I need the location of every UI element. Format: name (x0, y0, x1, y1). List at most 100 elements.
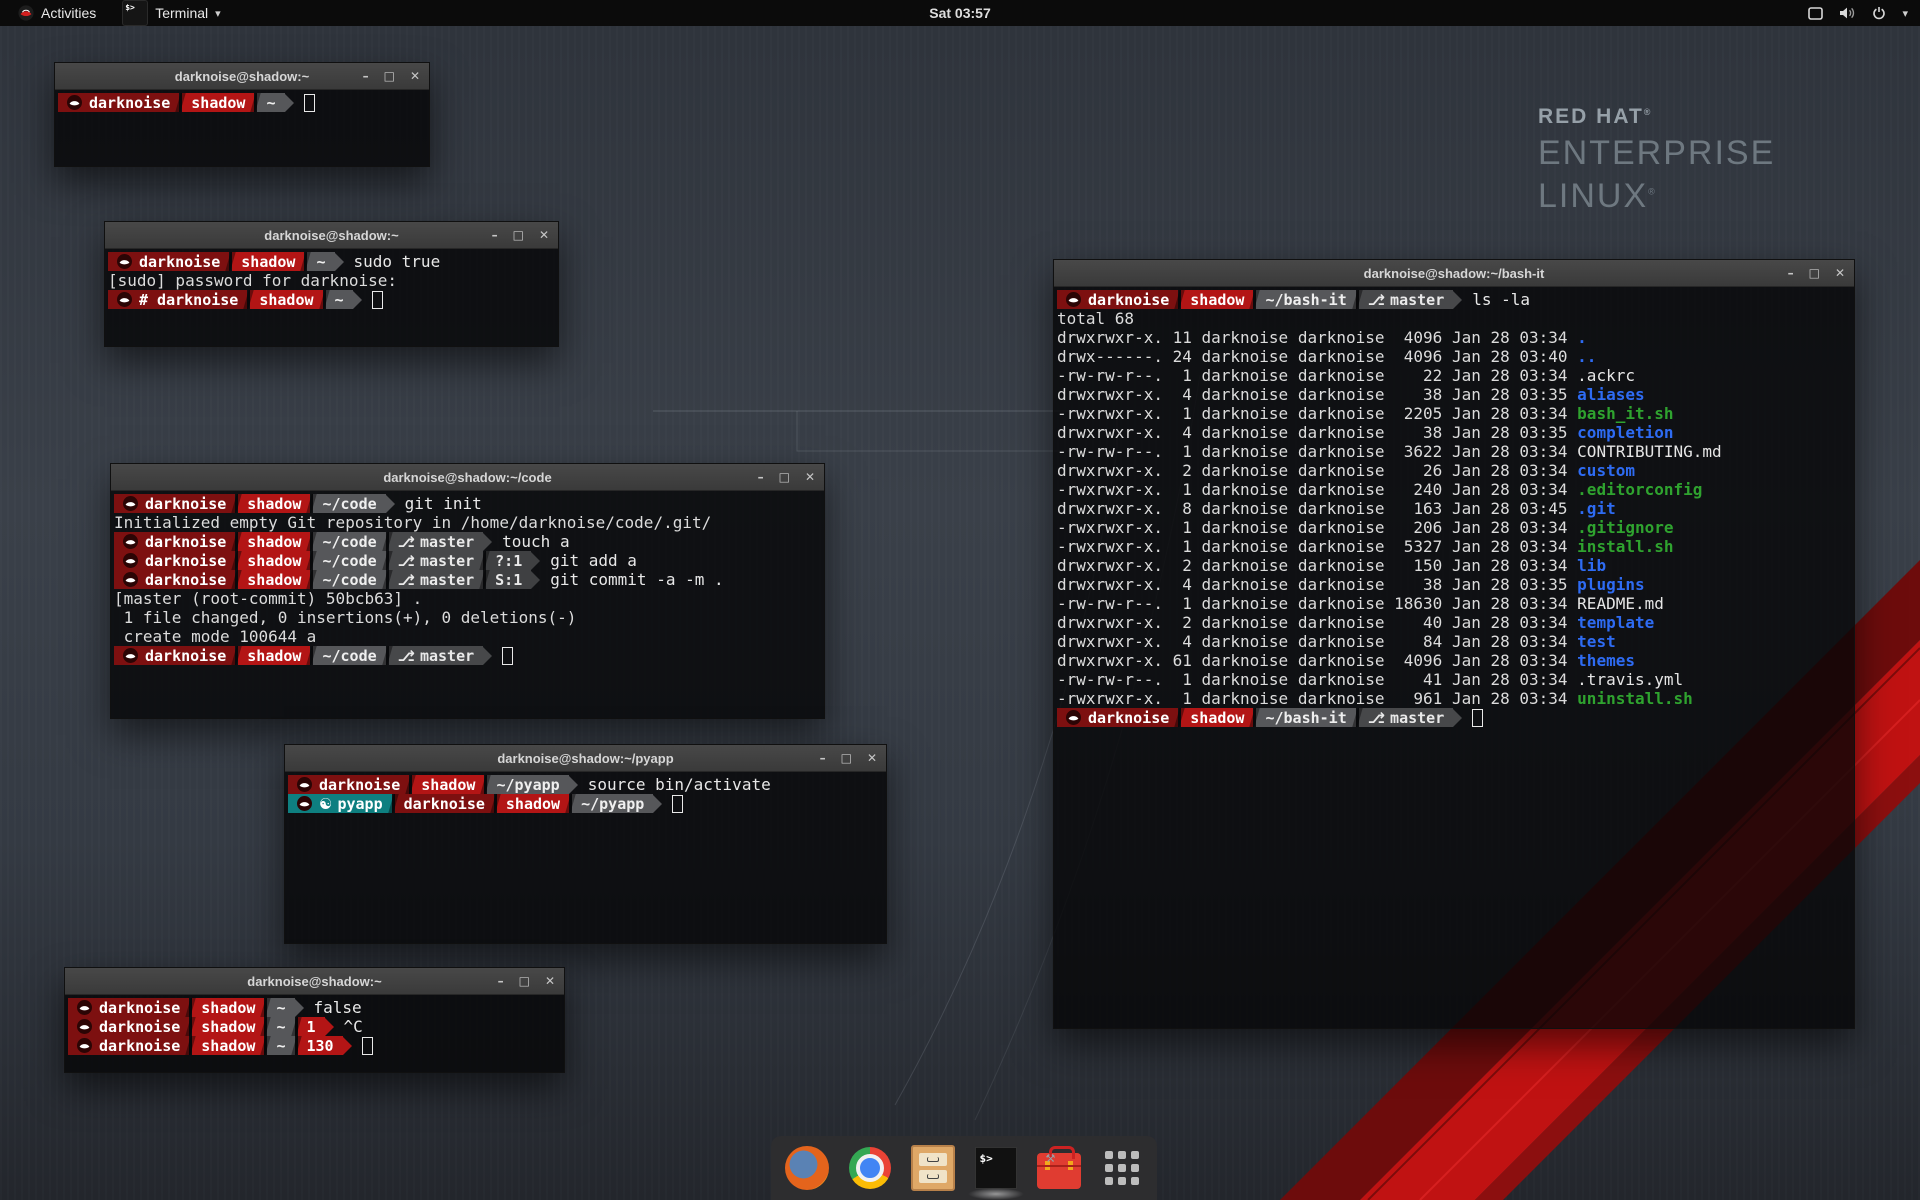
ls-permissions: -rwxrwxr-x. 1 darknoise darknoise 2205 J… (1057, 404, 1577, 423)
ls-filename: themes (1577, 651, 1635, 670)
redhat-icon (123, 648, 138, 663)
window-titlebar[interactable]: darknoise@shadow:~/code–□✕ (111, 464, 824, 491)
window-titlebar[interactable]: darknoise@shadow:~–□✕ (105, 222, 558, 249)
power-icon[interactable] (1872, 6, 1886, 20)
prompt-line: darknoiseshadow~/code⎇masterS:1git commi… (114, 570, 821, 589)
ls-permissions: -rwxrwxr-x. 1 darknoise darknoise 240 Ja… (1057, 480, 1577, 499)
ls-permissions: drwxrwxr-x. 4 darknoise darknoise 38 Jan… (1057, 385, 1577, 404)
output-text: 1 file changed, 0 insertions(+), 0 delet… (114, 608, 576, 627)
prompt-segment-user: darknoise (395, 794, 494, 813)
prompt-arrow (483, 647, 492, 665)
window-titlebar[interactable]: darknoise@shadow:~–□✕ (65, 968, 564, 995)
maximize-button[interactable]: □ (384, 70, 395, 82)
app-menu-terminal[interactable]: $> Terminal ▾ (114, 0, 228, 26)
close-button[interactable]: ✕ (805, 471, 815, 483)
command-text: ls -la (1472, 290, 1530, 309)
close-button[interactable]: ✕ (867, 752, 877, 764)
close-button[interactable]: ✕ (410, 70, 420, 82)
prompt-segment-gitstat: S:1 (486, 570, 531, 589)
maximize-button[interactable]: □ (513, 229, 524, 241)
ls-permissions: -rw-rw-r--. 1 darknoise darknoise 22 Jan… (1057, 366, 1577, 385)
prompt-segment-user: darknoise (1057, 708, 1178, 727)
terminal-window: darknoise@shadow:~/bash-it–□✕darknoisesh… (1053, 259, 1855, 1029)
dock-item-files[interactable] (910, 1145, 956, 1191)
minimize-button[interactable]: – (820, 752, 826, 764)
branding-line2: ENTERPRISE (1538, 136, 1775, 170)
maximize-button[interactable]: □ (1809, 267, 1820, 279)
running-indicator-glow (968, 1188, 1024, 1200)
prompt-line: darknoiseshadow~/codegit init (114, 494, 821, 513)
window-titlebar[interactable]: darknoise@shadow:~/bash-it– □ ✕ (1054, 260, 1854, 287)
command-text: git add a (550, 551, 637, 570)
clock[interactable]: Sat 03:57 (919, 0, 1000, 26)
dock-item-chrome[interactable] (847, 1145, 893, 1191)
prompt-segment-host: shadow (497, 794, 569, 813)
prompt-segment-git: ⎇master (1359, 290, 1453, 309)
close-button[interactable]: ✕ (539, 229, 549, 241)
ls-filename: plugins (1577, 575, 1644, 594)
ls-permissions: -rwxrwxr-x. 1 darknoise darknoise 5327 J… (1057, 537, 1577, 556)
prompt-arrow (343, 1037, 352, 1055)
window-buttons: – □ ✕ (758, 464, 815, 490)
prompt-segment-host: shadow (1181, 290, 1253, 309)
terminal-content[interactable]: darknoiseshadow~sudo true[sudo] password… (105, 249, 558, 312)
chevron-down-icon[interactable]: ▾ (1902, 7, 1908, 20)
dock-item-terminal[interactable]: $> (973, 1145, 1019, 1191)
redhat-icon (77, 1038, 92, 1053)
minimize-button[interactable]: – (758, 471, 764, 483)
dock-item-app-grid[interactable] (1099, 1145, 1145, 1191)
prompt-segment-path: ~ (326, 290, 353, 309)
maximize-button[interactable]: □ (841, 752, 852, 764)
minimize-button[interactable]: – (363, 70, 369, 82)
volume-icon[interactable] (1839, 6, 1856, 20)
output-line: drwxrwxr-x. 4 darknoise darknoise 38 Jan… (1057, 423, 1851, 442)
terminal-content[interactable]: darknoiseshadow~/bash-it⎇master ls -la tot… (1054, 287, 1854, 730)
prompt-segment-host: shadow (192, 998, 264, 1017)
prompt-segment-host: shadow (182, 93, 254, 112)
maximize-button[interactable]: □ (779, 471, 790, 483)
minimize-button[interactable]: – (1788, 267, 1794, 279)
ls-filename: custom (1577, 461, 1635, 480)
dock-item-toolbox[interactable]: ⚒ (1036, 1145, 1082, 1191)
prompt-segment-user: darknoise (114, 646, 235, 665)
ls-permissions: drwxrwxr-x. 11 darknoise darknoise 4096 … (1057, 328, 1577, 347)
output-line: drwxrwxr-x. 2 darknoise darknoise 40 Jan… (1057, 613, 1851, 632)
dock: $> ⚒ (771, 1136, 1157, 1200)
window-selector-icon[interactable] (1808, 7, 1823, 20)
activities-button[interactable]: Activities (8, 0, 106, 26)
minimize-button[interactable]: – (498, 975, 504, 987)
output-line: drwxrwxr-x. 11 darknoise darknoise 4096 … (1057, 328, 1851, 347)
output-line: Initialized empty Git repository in /hom… (114, 513, 821, 532)
ls-permissions: drwxrwxr-x. 2 darknoise darknoise 40 Jan… (1057, 613, 1577, 632)
terminal-content[interactable]: darknoiseshadow~ (55, 90, 429, 115)
terminal-content[interactable]: darknoiseshadow~/codegit initInitialized… (111, 491, 824, 668)
terminal-cursor (372, 291, 383, 309)
ls-filename: .travis.yml (1577, 670, 1683, 689)
output-line: -rw-rw-r--. 1 darknoise darknoise 22 Jan… (1057, 366, 1851, 385)
output-text: create mode 100644 a (114, 627, 316, 646)
prompt-segment-path: ~ (257, 93, 284, 112)
prompt-line: darknoiseshadow~/bash-it⎇master (1057, 708, 1851, 727)
prompt-segment-path: ~ (267, 1036, 294, 1055)
terminal-content[interactable]: darknoiseshadow~falsedarknoiseshadow~1^C… (65, 995, 564, 1058)
close-button[interactable]: ✕ (1835, 267, 1845, 279)
ls-permissions: -rwxrwxr-x. 1 darknoise darknoise 206 Ja… (1057, 518, 1577, 537)
firefox-icon (785, 1146, 829, 1190)
minimize-button[interactable]: – (492, 229, 498, 241)
terminal-content[interactable]: darknoiseshadow~/pyappsource bin/activat… (285, 772, 886, 816)
window-titlebar[interactable]: darknoise@shadow:~–□✕ (55, 63, 429, 90)
maximize-button[interactable]: □ (519, 975, 530, 987)
output-text: [sudo] password for darknoise: (108, 271, 397, 290)
terminal-mini-icon: $> (122, 0, 148, 26)
window-buttons: – □ ✕ (498, 968, 555, 994)
output-text: total 68 (1057, 309, 1134, 328)
close-button[interactable]: ✕ (545, 975, 555, 987)
prompt-line: darknoiseshadow~/code⎇mastertouch a (114, 532, 821, 551)
toolbox-icon: ⚒ (1037, 1153, 1081, 1189)
dock-item-firefox[interactable] (784, 1145, 830, 1191)
prompt-segment-path: ~/code (313, 551, 385, 570)
output-line: drwxrwxr-x. 4 darknoise darknoise 84 Jan… (1057, 632, 1851, 651)
window-title: darknoise@shadow:~/bash-it (1054, 266, 1854, 281)
prompt-segment-user: darknoise (114, 570, 235, 589)
window-titlebar[interactable]: darknoise@shadow:~/pyapp–□✕ (285, 745, 886, 772)
